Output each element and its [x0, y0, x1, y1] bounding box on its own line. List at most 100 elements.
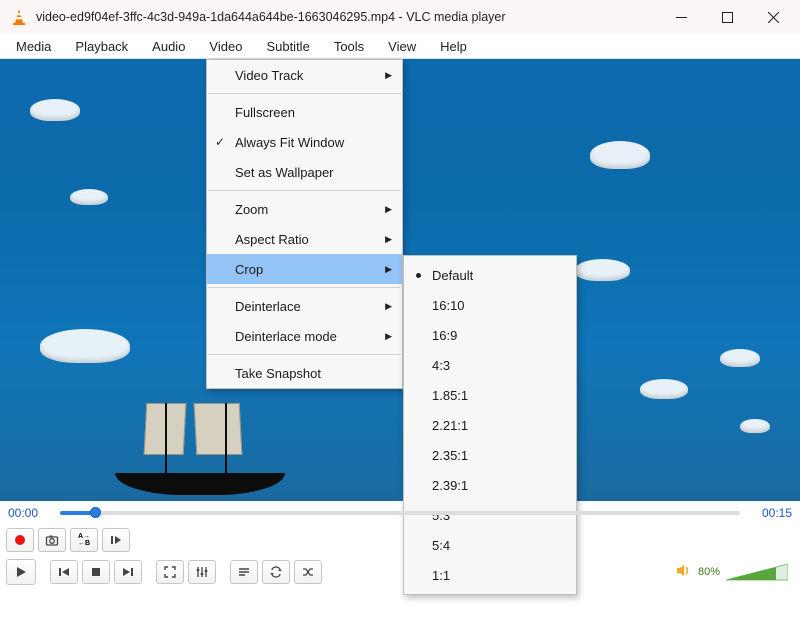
minimize-button[interactable] — [658, 0, 704, 34]
menuitem-take-snapshot[interactable]: Take Snapshot — [207, 358, 402, 388]
menuitem-label: 1.85:1 — [432, 388, 468, 403]
menu-separator — [208, 287, 401, 288]
menuitem-fullscreen[interactable]: Fullscreen — [207, 97, 402, 127]
menuitem-label: 1:1 — [432, 568, 450, 583]
main-controls: 80% — [0, 555, 800, 589]
ab-loop-button[interactable]: A→←B — [70, 528, 98, 552]
record-button[interactable] — [6, 528, 34, 552]
menuitem-zoom[interactable]: Zoom ▶ — [207, 194, 402, 224]
crop-option-16-9[interactable]: 16:9 — [404, 320, 576, 350]
submenu-arrow-icon: ▶ — [385, 234, 392, 245]
seek-track — [60, 511, 740, 515]
volume-control: 80% — [675, 562, 788, 582]
submenu-arrow-icon: ▶ — [385, 301, 392, 312]
play-button[interactable] — [6, 559, 36, 585]
crop-option-221-1[interactable]: 2.21:1 — [404, 410, 576, 440]
shuffle-button[interactable] — [294, 560, 322, 584]
volume-slider[interactable] — [726, 562, 788, 582]
crop-option-default[interactable]: Default — [404, 260, 576, 290]
crop-option-239-1[interactable]: 2.39:1 — [404, 470, 576, 500]
menuitem-label: Video Track — [235, 68, 303, 83]
seek-slider[interactable] — [60, 508, 740, 518]
menuitem-label: 16:9 — [432, 328, 457, 343]
crop-option-185-1[interactable]: 1.85:1 — [404, 380, 576, 410]
menu-media[interactable]: Media — [4, 35, 63, 58]
menuitem-label: Set as Wallpaper — [235, 165, 334, 180]
iceberg-decoration — [720, 349, 760, 367]
menu-playback[interactable]: Playback — [63, 35, 140, 58]
menuitem-crop[interactable]: Crop▶ — [207, 254, 402, 284]
crop-option-5-4[interactable]: 5:4 — [404, 530, 576, 560]
menuitem-label: Zoom — [235, 202, 268, 217]
playlist-button[interactable] — [230, 560, 258, 584]
menuitem-label: 5:4 — [432, 538, 450, 553]
menu-separator — [208, 190, 401, 191]
iceberg-decoration — [590, 141, 650, 169]
crop-submenu: Default 16:10 16:9 4:3 1.85:1 2.21:1 2.3… — [403, 255, 577, 595]
crop-option-235-1[interactable]: 2.35:1 — [404, 440, 576, 470]
submenu-arrow-icon: ▶ — [385, 204, 392, 215]
previous-button[interactable] — [50, 560, 78, 584]
crop-option-1-1[interactable]: 1:1 — [404, 560, 576, 590]
menu-subtitle[interactable]: Subtitle — [254, 35, 321, 58]
submenu-arrow-icon: ▶ — [385, 70, 392, 81]
timeline-row: 00:00 00:15 — [0, 501, 800, 525]
menuitem-label: Crop — [235, 262, 263, 277]
menuitem-label: 2.21:1 — [432, 418, 468, 433]
menu-help[interactable]: Help — [428, 35, 479, 58]
menubar: Media Playback Audio Video Subtitle Tool… — [0, 34, 800, 59]
ship-decoration — [105, 385, 295, 495]
extended-settings-button[interactable] — [188, 560, 216, 584]
titlebar: video-ed9f04ef-3ffc-4c3d-949a-1da644a644… — [0, 0, 800, 34]
iceberg-decoration — [30, 99, 80, 121]
ab-icon: A→←B — [78, 533, 90, 547]
iceberg-decoration — [575, 259, 630, 281]
snapshot-button[interactable] — [38, 528, 66, 552]
menuitem-set-wallpaper[interactable]: Set as Wallpaper — [207, 157, 402, 187]
aux-controls: A→←B — [0, 525, 800, 555]
vlc-cone-icon — [10, 8, 28, 26]
menuitem-label: Deinterlace mode — [235, 329, 337, 344]
menuitem-aspect-ratio[interactable]: Aspect Ratio ▶ — [207, 224, 402, 254]
menu-view[interactable]: View — [376, 35, 428, 58]
menu-video[interactable]: Video — [197, 35, 254, 58]
menuitem-deinterlace[interactable]: Deinterlace ▶ — [207, 291, 402, 321]
stop-button[interactable] — [82, 560, 110, 584]
menuitem-label: Take Snapshot — [235, 366, 321, 381]
menuitem-deinterlace-mode[interactable]: Deinterlace mode ▶ — [207, 321, 402, 351]
menu-audio[interactable]: Audio — [140, 35, 197, 58]
fullscreen-button[interactable] — [156, 560, 184, 584]
crop-option-4-3[interactable]: 4:3 — [404, 350, 576, 380]
seek-thumb[interactable] — [90, 507, 101, 518]
time-total[interactable]: 00:15 — [748, 506, 792, 520]
menu-tools[interactable]: Tools — [322, 35, 376, 58]
close-button[interactable] — [750, 0, 796, 34]
iceberg-decoration — [40, 329, 130, 363]
time-elapsed[interactable]: 00:00 — [8, 506, 52, 520]
menuitem-label: Aspect Ratio — [235, 232, 309, 247]
check-icon: ✓ — [215, 135, 225, 149]
radio-selected-icon — [416, 273, 421, 278]
menuitem-label: Always Fit Window — [235, 135, 344, 150]
menu-separator — [208, 93, 401, 94]
volume-percent: 80% — [698, 566, 720, 578]
video-dropdown: Video Track ▶ Fullscreen ✓ Always Fit Wind… — [206, 59, 403, 389]
seek-fill — [60, 511, 94, 515]
menuitem-label: Deinterlace — [235, 299, 301, 314]
loop-button[interactable] — [262, 560, 290, 584]
menuitem-always-fit-window[interactable]: ✓ Always Fit Window — [207, 127, 402, 157]
maximize-button[interactable] — [704, 0, 750, 34]
menuitem-label: Fullscreen — [235, 105, 295, 120]
iceberg-decoration — [740, 419, 770, 433]
menuitem-video-track[interactable]: Video Track ▶ — [207, 60, 402, 90]
submenu-arrow-icon: ▶ — [385, 331, 392, 342]
window-title: video-ed9f04ef-3ffc-4c3d-949a-1da644a644… — [36, 10, 658, 24]
next-button[interactable] — [114, 560, 142, 584]
menuitem-label: 4:3 — [432, 358, 450, 373]
iceberg-decoration — [640, 379, 688, 399]
frame-step-button[interactable] — [102, 528, 130, 552]
menu-separator — [208, 354, 401, 355]
speaker-icon[interactable] — [675, 562, 692, 582]
menuitem-label: 2.39:1 — [432, 478, 468, 493]
crop-option-16-10[interactable]: 16:10 — [404, 290, 576, 320]
